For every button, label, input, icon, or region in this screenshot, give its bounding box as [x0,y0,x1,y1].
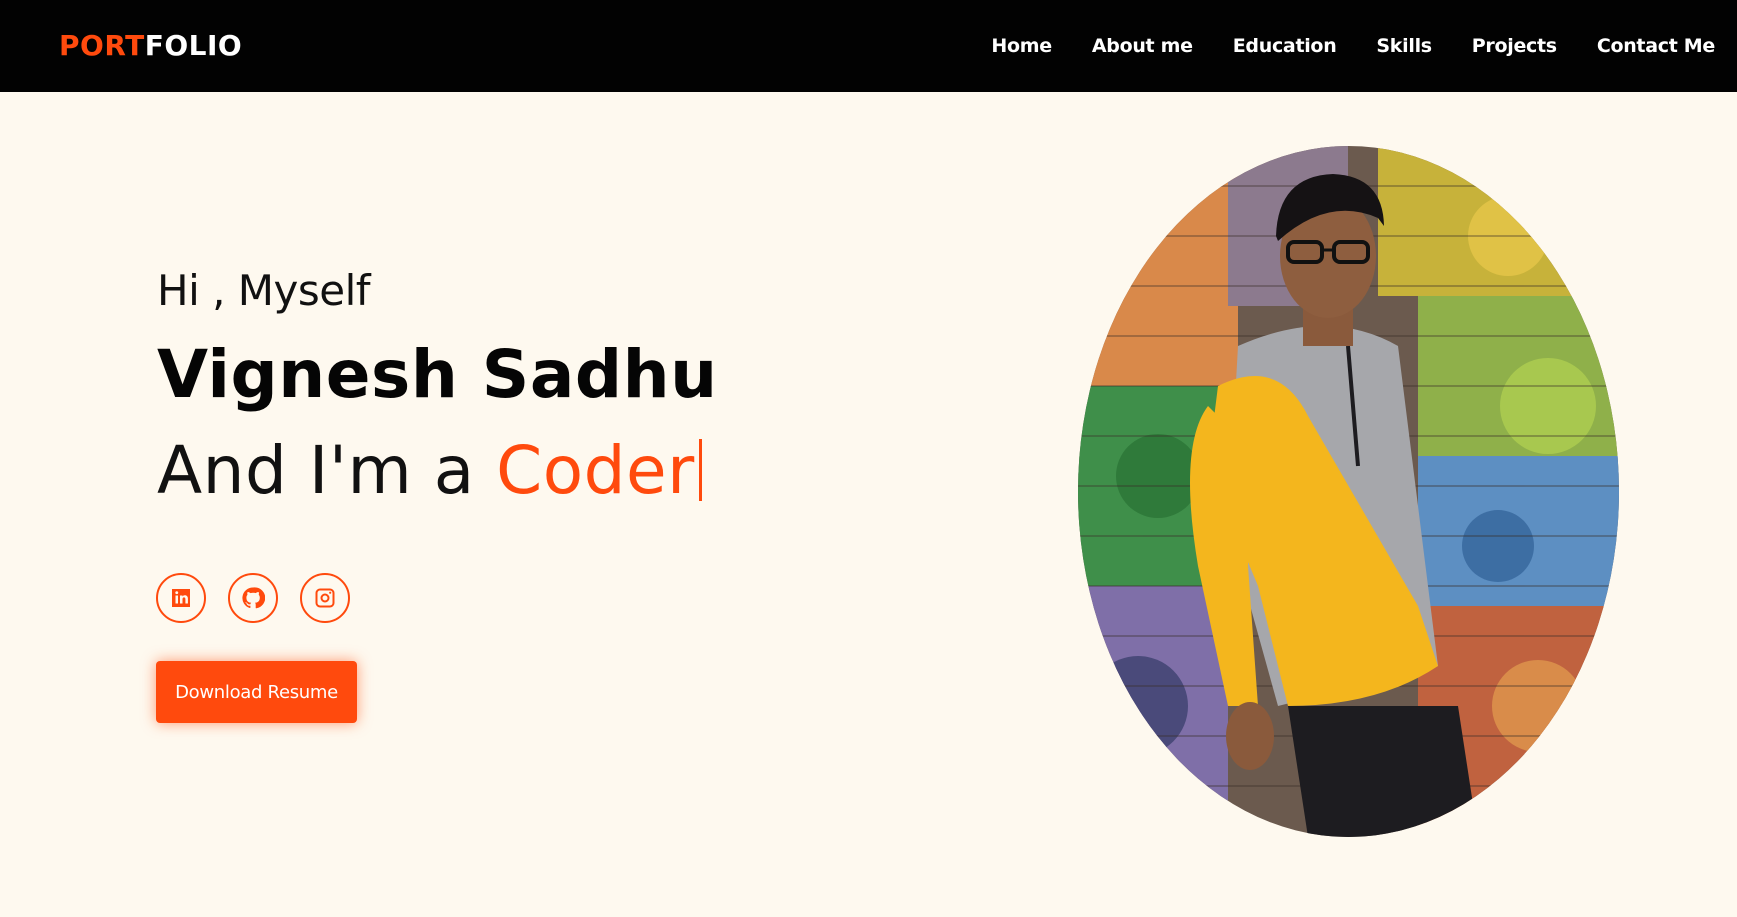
nav-projects[interactable]: Projects [1472,35,1557,57]
brand-logo[interactable]: PORTFOLIO [59,32,242,60]
nav-education[interactable]: Education [1233,35,1337,57]
navbar: PORTFOLIO Home About me Education Skills… [0,0,1737,92]
hero-tagline: And I'm a Coder [157,438,957,504]
linkedin-icon [172,589,190,607]
nav-links: Home About me Education Skills Projects … [991,35,1715,57]
hero-role: Coder [496,432,695,509]
download-resume-button[interactable]: Download Resume [156,661,357,723]
nav-home[interactable]: Home [991,35,1052,57]
instagram-link[interactable] [300,573,350,623]
profile-photo [1078,146,1619,837]
social-links [156,573,350,623]
hero-greeting: Hi , Myself [157,266,371,315]
nav-about-me[interactable]: About me [1092,35,1193,57]
hero-intro: Hi , Myself Vignesh Sadhu And I'm a Code… [157,270,957,504]
brand-logo-rest: FOLIO [144,29,243,62]
nav-contact-me[interactable]: Contact Me [1597,35,1715,57]
hero-name: Vignesh Sadhu [157,336,718,413]
typing-cursor [698,439,702,501]
nav-skills[interactable]: Skills [1376,35,1432,57]
instagram-icon [315,588,335,608]
github-link[interactable] [228,573,278,623]
brand-logo-accent: PORT [59,29,145,62]
linkedin-link[interactable] [156,573,206,623]
profile-photo-illustration [1078,146,1619,837]
github-icon [242,587,265,609]
hero-tagline-prefix: And I'm a [157,432,497,509]
